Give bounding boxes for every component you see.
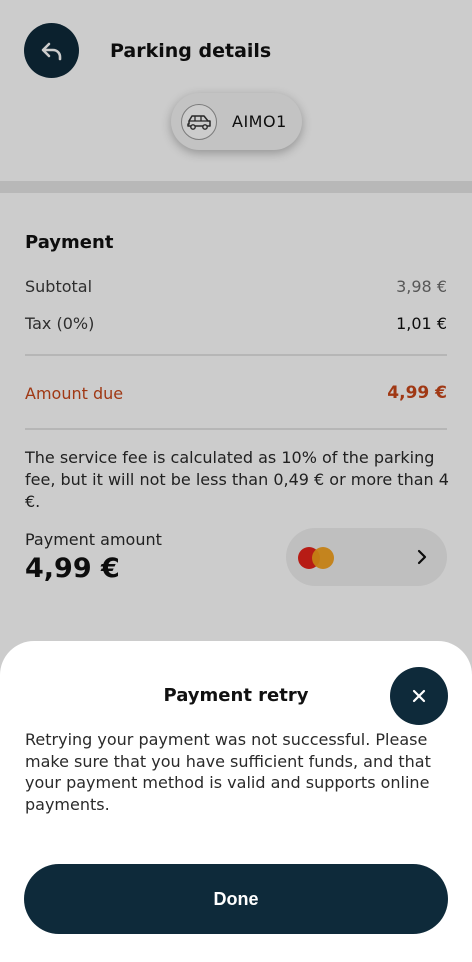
sheet-message: Retrying your payment was not successful…	[25, 730, 431, 814]
done-button[interactable]: Done	[24, 864, 448, 934]
close-button[interactable]	[390, 667, 448, 725]
close-icon	[412, 689, 426, 703]
payment-retry-sheet: Payment retry Retrying your payment was …	[0, 641, 472, 962]
